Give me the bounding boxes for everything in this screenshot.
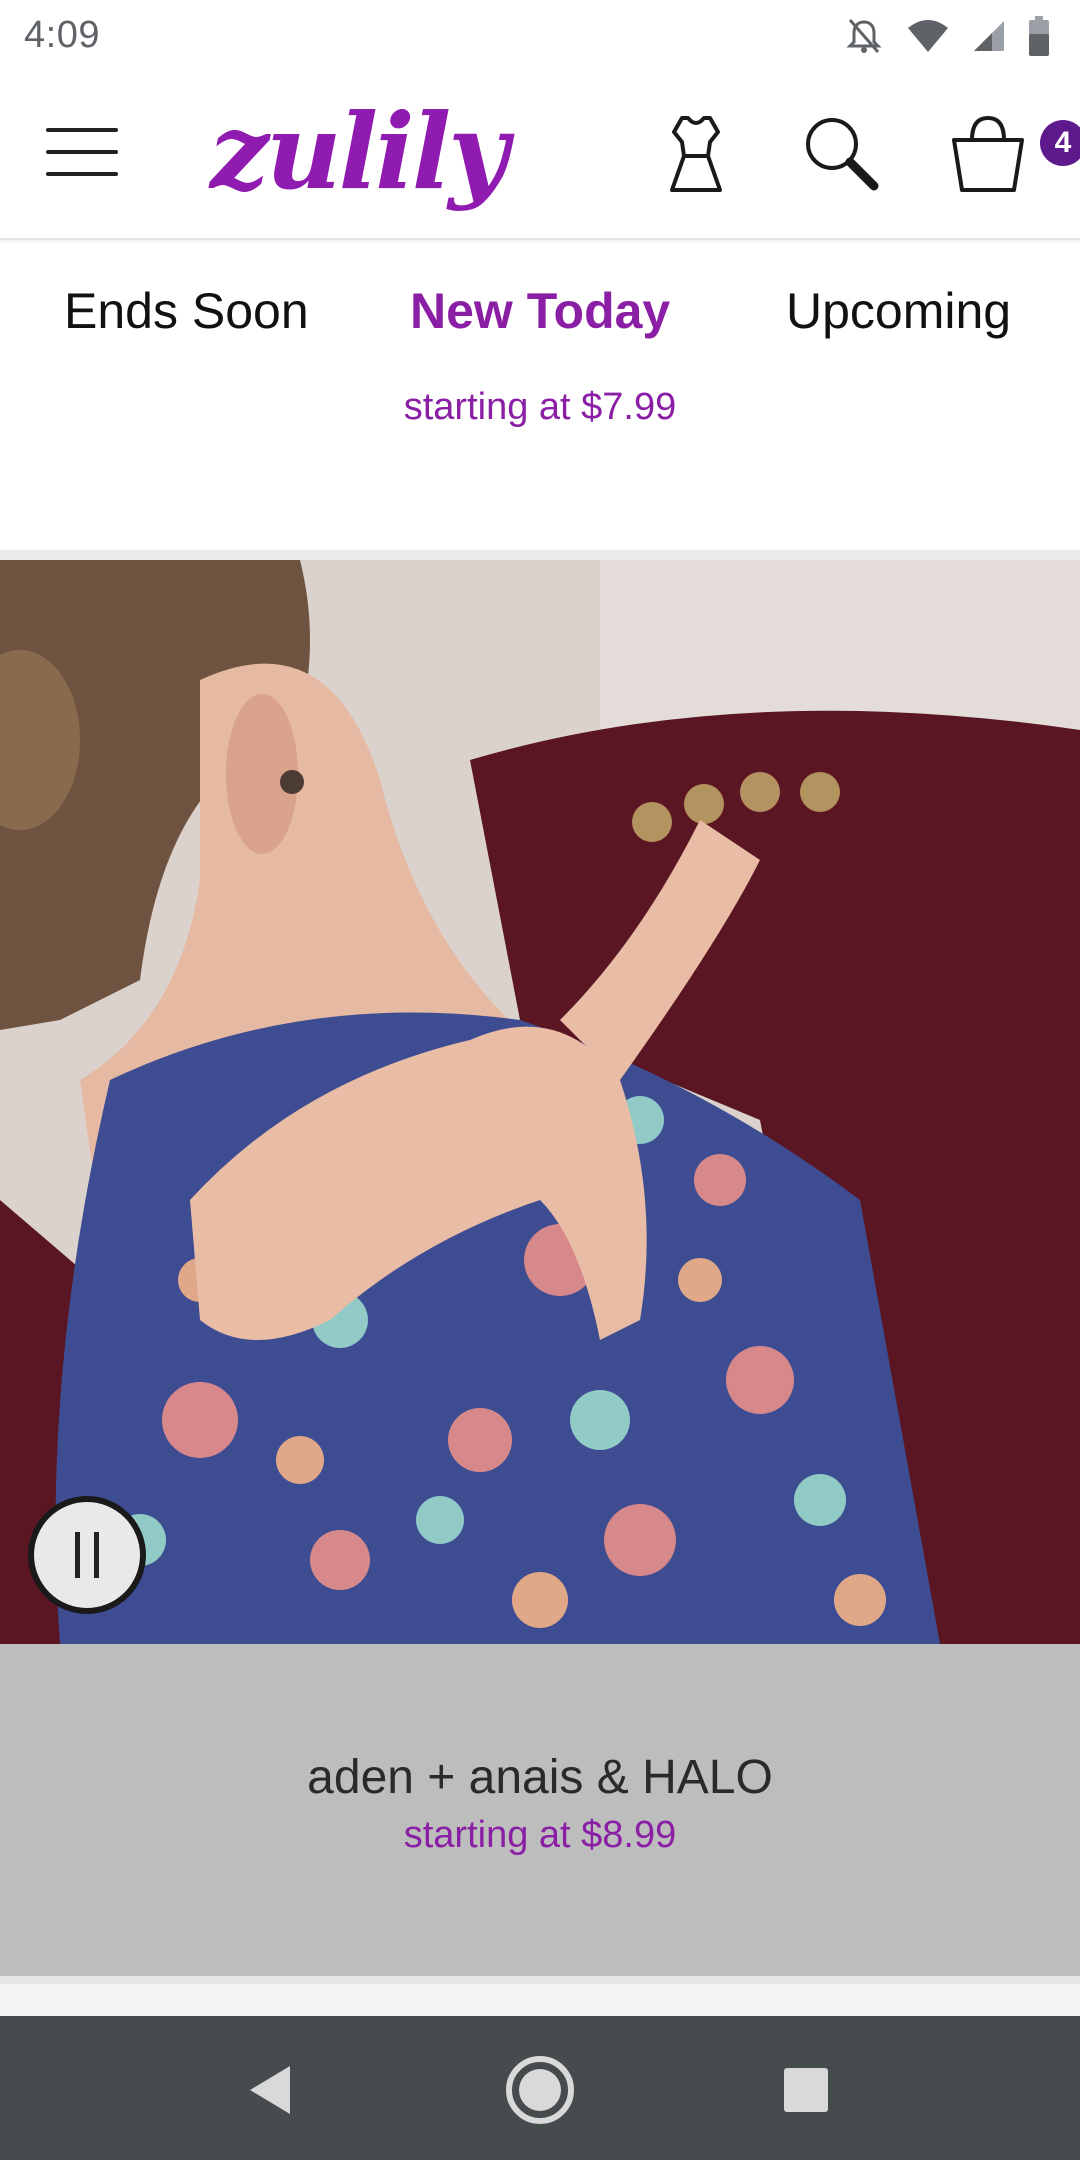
event-video[interactable] <box>0 560 1080 1644</box>
event-price: starting at $8.99 <box>403 1814 677 1856</box>
pause-button[interactable] <box>28 1496 146 1614</box>
shopping-bag-icon[interactable] <box>940 106 1036 202</box>
cart-count-badge: 4 <box>1040 120 1080 166</box>
next-event-preview[interactable] <box>0 1976 1080 2016</box>
back-icon[interactable] <box>246 2064 294 2121</box>
menu-icon[interactable] <box>40 122 122 182</box>
event-tabs: Ends Soon New Today Upcoming <box>0 242 1080 342</box>
zulily-logo[interactable]: zulily <box>210 90 509 213</box>
status-bar: 4:09 <box>0 0 1080 72</box>
recent-apps-icon[interactable] <box>782 2066 830 2119</box>
event-name: aden + anais & HALO <box>307 1751 773 1804</box>
tab-ends-soon[interactable]: Ends Soon <box>64 282 309 340</box>
dress-icon[interactable] <box>648 106 744 202</box>
tab-new-today[interactable]: New Today <box>410 282 670 340</box>
previous-event-price[interactable]: starting at $7.99 <box>0 386 1080 429</box>
status-icons <box>844 14 1050 58</box>
search-icon[interactable] <box>792 106 888 202</box>
event-caption[interactable]: aden + anais & HALO starting at $8.99 <box>0 1644 1080 1976</box>
app-header: zulily <box>0 72 1080 240</box>
divider <box>0 550 1080 560</box>
wifi-icon <box>906 18 950 54</box>
tab-upcoming[interactable]: Upcoming <box>786 282 1011 340</box>
signal-icon <box>972 19 1006 53</box>
home-icon[interactable] <box>504 2054 576 2131</box>
pause-icon <box>75 1532 80 1578</box>
notifications-off-icon <box>844 16 884 56</box>
system-nav-bar <box>0 2016 1080 2160</box>
battery-icon <box>1028 16 1050 56</box>
status-time: 4:09 <box>24 14 100 56</box>
